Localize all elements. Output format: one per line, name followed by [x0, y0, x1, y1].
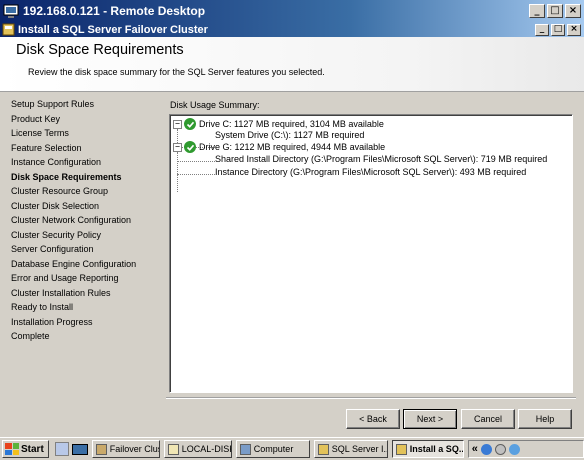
page-subtitle: Review the disk space summary for the SQ…	[28, 67, 325, 77]
window-icon	[95, 443, 107, 455]
taskbar-button[interactable]: LOCAL-DISK ...	[163, 440, 232, 458]
connection-icon[interactable]	[508, 443, 520, 455]
disk-usage-tree[interactable]: − Drive C: 1127 MB required, 3104 MB ava…	[169, 114, 573, 393]
taskbar-button-label: Computer	[253, 444, 294, 454]
help-button[interactable]: Help	[518, 409, 572, 429]
nav-item-disk-space-requirements[interactable]: Disk Space Requirements	[11, 172, 122, 182]
taskbar-button-label: Failover Clust...	[109, 444, 159, 454]
taskbar-button[interactable]: SQL Server I...	[313, 440, 388, 458]
rdp-title: 192.168.0.121 - Remote Desktop	[23, 4, 206, 18]
taskbar-button-label: LOCAL-DISK ...	[181, 444, 232, 454]
nav-item-cluster-resource-group[interactable]: Cluster Resource Group	[11, 186, 108, 196]
volume-icon[interactable]	[494, 443, 506, 455]
tree-item-drive-g[interactable]: − Drive G: 1212 MB required, 4944 MB ava…	[173, 141, 385, 153]
drive-g-text: Drive G: 1212 MB required, 4944 MB avail…	[199, 142, 386, 152]
start-button[interactable]: Start	[2, 440, 49, 458]
page-title: Disk Space Requirements	[16, 42, 184, 58]
start-label: Start	[21, 443, 44, 455]
button-separator	[166, 397, 576, 398]
nav-item-ready-to-install[interactable]: Ready to Install	[11, 302, 73, 312]
nav-item-license-terms[interactable]: License Terms	[11, 128, 69, 138]
page-header: Disk Space Requirements Review the disk …	[0, 37, 584, 92]
cancel-button[interactable]: Cancel	[461, 409, 515, 429]
nav-item-error-and-usage-reporting[interactable]: Error and Usage Reporting	[11, 273, 119, 283]
nav-item-cluster-disk-selection[interactable]: Cluster Disk Selection	[11, 201, 99, 211]
taskbar-button-label: Install a SQ...	[409, 444, 464, 454]
tree-item-drive-c[interactable]: − Drive C: 1127 MB required, 3104 MB ava…	[173, 118, 384, 130]
wizard-step-nav: Setup Support Rules Product Key License Te…	[0, 93, 160, 405]
nav-item-product-key[interactable]: Product Key	[11, 114, 60, 124]
nav-item-cluster-installation-rules[interactable]: Cluster Installation Rules	[11, 288, 111, 298]
minimize-button[interactable]: _	[529, 4, 545, 18]
quick-launch-show-desktop-icon[interactable]	[71, 443, 88, 455]
rdp-titlebar[interactable]: 192.168.0.121 - Remote Desktop _ □ ×	[0, 0, 584, 22]
nav-item-feature-selection[interactable]: Feature Selection	[11, 143, 82, 153]
nav-item-cluster-network-configuration[interactable]: Cluster Network Configuration	[11, 215, 131, 225]
nav-item-server-configuration[interactable]: Server Configuration	[11, 244, 94, 254]
shared-install-dir-text: Shared Install Directory (G:\Program Fil…	[215, 154, 548, 164]
nav-item-database-engine-configuration[interactable]: Database Engine Configuration	[11, 259, 136, 269]
taskbar-button-label: SQL Server I...	[331, 444, 388, 454]
nav-item-installation-progress[interactable]: Installation Progress	[11, 317, 93, 327]
taskbar: Start Failover Clust... LOCAL-DISK ... Com…	[0, 437, 584, 460]
instance-dir-text: Instance Directory (G:\Program Files\Mic…	[215, 167, 527, 177]
window-icon	[239, 443, 251, 455]
setup-titlebar[interactable]: Install a SQL Server Failover Cluster _ …	[0, 22, 584, 37]
check-icon	[184, 141, 196, 153]
next-button[interactable]: Next >	[403, 409, 457, 429]
nav-item-complete[interactable]: Complete	[11, 331, 50, 341]
nav-item-cluster-security-policy[interactable]: Cluster Security Policy	[11, 230, 101, 240]
tray-expand-chevron[interactable]: «	[472, 443, 478, 455]
back-button[interactable]: < Back	[346, 409, 400, 429]
window-icon	[395, 443, 407, 455]
setup-icon	[2, 23, 15, 36]
tree-item-shared-install-dir[interactable]: Shared Install Directory (G:\Program Fil…	[215, 154, 547, 164]
setup-title: Install a SQL Server Failover Cluster	[18, 23, 208, 36]
remote-desktop-icon	[3, 4, 19, 18]
windows-logo-icon	[5, 443, 19, 455]
maximize-button[interactable]: □	[547, 4, 563, 18]
taskbar-button[interactable]: Failover Clust...	[91, 440, 160, 458]
collapse-icon[interactable]: −	[173, 142, 182, 152]
tree-item-instance-dir[interactable]: Instance Directory (G:\Program Files\Mic…	[215, 167, 526, 177]
tree-item-system-drive[interactable]: System Drive (C:\): 1127 MB required	[215, 130, 364, 140]
window-icon	[167, 443, 179, 455]
system-tray: «	[467, 440, 584, 458]
nav-item-setup-support-rules[interactable]: Setup Support Rules	[11, 99, 94, 109]
check-icon	[184, 118, 196, 130]
taskbar-button[interactable]: Install a SQ...	[391, 440, 464, 458]
quick-launch-server-manager-icon[interactable]	[54, 442, 69, 456]
network-icon[interactable]	[480, 443, 492, 455]
window-icon	[317, 443, 329, 455]
setup-maximize-button[interactable]: □	[551, 23, 565, 36]
setup-close-button[interactable]: ×	[567, 23, 581, 36]
collapse-icon[interactable]: −	[173, 119, 182, 129]
setup-minimize-button[interactable]: _	[535, 23, 549, 36]
drive-c-text: Drive C: 1127 MB required, 3104 MB avail…	[199, 119, 384, 129]
close-button[interactable]: ×	[565, 4, 581, 18]
disk-usage-summary-label: Disk Usage Summary:	[170, 100, 260, 110]
taskbar-button[interactable]: Computer	[235, 440, 310, 458]
system-drive-text: System Drive (C:\): 1127 MB required	[215, 130, 365, 140]
nav-item-instance-configuration[interactable]: Instance Configuration	[11, 157, 101, 167]
